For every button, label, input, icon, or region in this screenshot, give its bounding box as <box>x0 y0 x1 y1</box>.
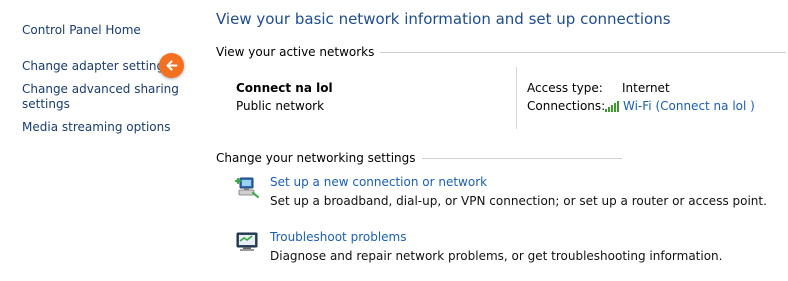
sidebar-item-change-advanced-sharing-settings[interactable]: Change advanced sharing settings <box>22 82 182 112</box>
vertical-divider <box>516 67 517 129</box>
sidebar-item-change-adapter-settings[interactable]: Change adapter settings <box>22 59 170 74</box>
network-name: Connect na lol <box>236 81 333 95</box>
change-settings-heading-label: Change your networking settings <box>216 151 416 165</box>
sidebar: Control Panel Home Change adapter settin… <box>0 0 200 281</box>
page-title: View your basic network information and … <box>216 10 671 28</box>
setup-new-connection-description: Set up a broadband, dial-up, or VPN conn… <box>270 194 767 208</box>
network-type: Public network <box>236 99 325 113</box>
troubleshoot-icon <box>236 232 258 251</box>
network-setup-icon <box>234 177 259 198</box>
troubleshoot-problems-link[interactable]: Troubleshoot problems <box>270 230 406 244</box>
access-type-label: Access type: <box>527 81 603 95</box>
active-networks-heading: View your active networks <box>216 45 786 59</box>
wifi-signal-icon <box>605 101 619 112</box>
troubleshoot-problems-description: Diagnose and repair network problems, or… <box>270 249 723 263</box>
change-settings-heading: Change your networking settings <box>216 151 786 165</box>
arrow-left-icon <box>159 53 184 78</box>
setup-new-connection-link[interactable]: Set up a new connection or network <box>270 175 487 189</box>
access-type-value: Internet <box>622 81 670 95</box>
connections-label: Connections: <box>527 99 606 113</box>
wifi-connection-label[interactable]: Wi-Fi (Connect na lol ) <box>623 99 755 113</box>
section-divider <box>380 51 786 53</box>
sidebar-item-control-panel-home[interactable]: Control Panel Home <box>22 23 141 38</box>
wifi-connection-link[interactable]: Wi-Fi (Connect na lol ) <box>605 99 755 113</box>
sidebar-item-media-streaming-options[interactable]: Media streaming options <box>22 120 170 135</box>
active-networks-heading-label: View your active networks <box>216 45 375 59</box>
section-divider <box>421 157 622 159</box>
main-panel: View your basic network information and … <box>216 0 788 281</box>
